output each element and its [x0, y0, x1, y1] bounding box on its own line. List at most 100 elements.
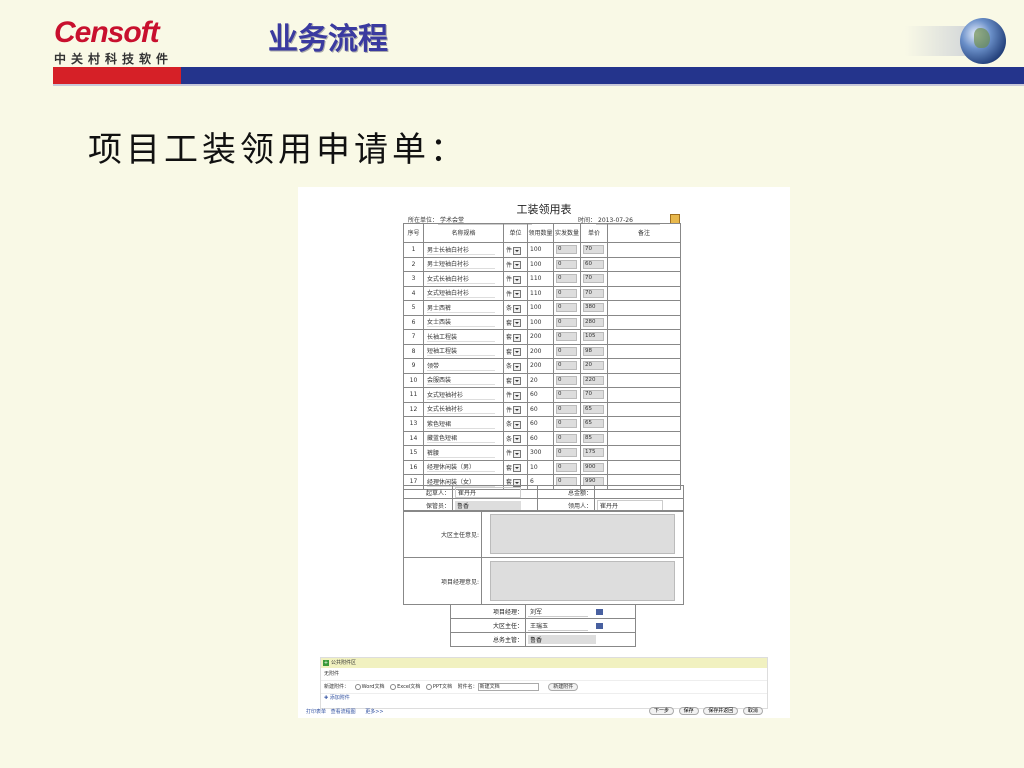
row-qty-input[interactable]: 200	[530, 362, 541, 369]
row-note-cell[interactable]	[607, 329, 681, 345]
director-opinion-label: 大区主任意见:	[403, 510, 482, 558]
row-name-cell: 男士西裤	[423, 300, 504, 316]
chevron-down-icon[interactable]	[513, 304, 522, 313]
row-name-input[interactable]: 女式短袖衬衫	[427, 390, 495, 400]
row-name-input[interactable]: 男士西裤	[427, 303, 495, 313]
row-name-input[interactable]: 短袖工程装	[427, 346, 495, 357]
row-name-input[interactable]: 藏蓝色短裙	[427, 433, 495, 444]
applicant-value[interactable]: 崔丹丹	[455, 486, 521, 498]
row-note-cell[interactable]	[607, 314, 681, 330]
row-name-cell: 女式长袖衬衫	[423, 401, 504, 417]
row-qty-input[interactable]: 200	[530, 333, 541, 340]
row-qty-cell: 200	[527, 358, 554, 374]
row-actual-cell: 0	[553, 314, 581, 330]
row-qty-input[interactable]: 100	[530, 246, 541, 253]
chevron-down-icon[interactable]	[513, 319, 522, 327]
row-name-input[interactable]: 男士短袖白衬衫	[427, 259, 495, 270]
pm-opinion-textarea[interactable]	[490, 561, 675, 601]
row-name-input[interactable]: 领带	[427, 361, 495, 371]
row-name-input[interactable]: 女式短袖白衬衫	[427, 288, 495, 299]
chevron-down-icon[interactable]	[513, 275, 522, 284]
chevron-down-icon[interactable]	[513, 420, 522, 429]
row-note-cell[interactable]	[607, 459, 681, 475]
row-name-input[interactable]: 女式长袖衬衫	[427, 404, 495, 415]
more-link[interactable]: 更多>>	[365, 709, 383, 715]
next-step-button[interactable]: 下一步	[649, 707, 675, 715]
row-qty-input[interactable]: 60	[530, 406, 538, 413]
row-note-cell[interactable]	[607, 285, 681, 301]
row-qty-input[interactable]: 60	[530, 391, 538, 398]
chevron-down-icon[interactable]	[513, 377, 522, 385]
chevron-down-icon[interactable]	[513, 464, 522, 472]
chevron-down-icon[interactable]	[513, 406, 522, 414]
chevron-down-icon[interactable]	[513, 333, 522, 342]
row-qty-input[interactable]: 100	[530, 261, 541, 268]
row-note-cell[interactable]	[607, 372, 681, 388]
row-unit-value: 条	[506, 435, 513, 443]
chevron-down-icon[interactable]	[513, 290, 522, 298]
plus-icon[interactable]: +	[323, 660, 329, 666]
save-and-return-button[interactable]: 保存并返回	[703, 707, 739, 715]
row-name-input[interactable]: 女式长袖白衬衫	[427, 274, 495, 284]
row-note-cell[interactable]	[607, 387, 681, 403]
user-picker-icon[interactable]	[596, 623, 603, 629]
row-qty-input[interactable]: 10	[530, 464, 538, 471]
row-name-input[interactable]: 男士长袖白衬衫	[427, 245, 495, 255]
create-attachment-button[interactable]: 新建附件	[548, 682, 579, 691]
new-attachment-label: 新建附件：	[324, 684, 350, 690]
row-note-cell[interactable]	[607, 430, 681, 446]
save-button[interactable]: 保存	[678, 707, 699, 715]
row-name-input[interactable]: 经理休闲装（男）	[427, 462, 495, 473]
user-picker-icon[interactable]	[596, 609, 603, 615]
row-name-input[interactable]: 会服西装	[427, 375, 495, 386]
row-note-cell[interactable]	[607, 445, 681, 461]
approver-pm-value[interactable]: 刘军	[528, 607, 588, 617]
row-name-input[interactable]: 女士西装	[427, 317, 495, 328]
row-price-cell: 105	[580, 329, 608, 345]
cancel-button[interactable]: 取消	[742, 707, 763, 715]
chevron-down-icon[interactable]	[513, 391, 522, 400]
row-qty-input[interactable]: 110	[530, 275, 541, 282]
row-note-cell[interactable]	[607, 256, 681, 272]
keeper-value[interactable]: 鲁香	[455, 500, 521, 510]
add-attachment-link[interactable]: ✚ 添加附件	[321, 694, 767, 703]
row-qty-input[interactable]: 110	[530, 290, 541, 297]
row-qty-input[interactable]: 100	[530, 319, 541, 326]
row-note-cell[interactable]	[607, 343, 681, 359]
excel-radio[interactable]	[390, 683, 397, 690]
approver-admin-value[interactable]: 鲁香	[528, 635, 596, 644]
approver-director-value[interactable]: 王瑞玉	[528, 621, 588, 631]
row-qty-input[interactable]: 200	[530, 348, 541, 355]
row-qty-input[interactable]: 60	[530, 420, 538, 427]
director-opinion-textarea[interactable]	[490, 514, 675, 554]
attachment-name-input[interactable]: 新建文档	[477, 682, 539, 691]
row-price-value: 60	[583, 259, 604, 269]
chevron-down-icon[interactable]	[513, 435, 522, 443]
censoft-logo: Censoft 中关村科技软件	[54, 18, 173, 67]
row-note-cell[interactable]	[607, 358, 681, 374]
row-note-cell[interactable]	[607, 271, 681, 287]
chevron-down-icon[interactable]	[513, 246, 522, 255]
row-name-input[interactable]: 紫色短裙	[427, 419, 495, 429]
row-name-input[interactable]: 长袖工程装	[427, 332, 495, 342]
row-qty-cell: 20	[527, 372, 554, 388]
row-note-cell[interactable]	[607, 300, 681, 316]
row-qty-input[interactable]: 300	[530, 449, 541, 456]
chevron-down-icon[interactable]	[513, 362, 522, 371]
row-note-cell[interactable]	[607, 416, 681, 432]
row-note-cell[interactable]	[607, 242, 681, 258]
row-qty-input[interactable]: 20	[530, 377, 538, 384]
chevron-down-icon[interactable]	[513, 261, 522, 269]
row-name-cell: 女式短袖白衬衫	[423, 285, 504, 301]
chevron-down-icon[interactable]	[513, 348, 522, 356]
ppt-radio[interactable]	[425, 683, 432, 690]
view-flow-link[interactable]: 查看流程图	[331, 709, 356, 715]
row-qty-input[interactable]: 60	[530, 435, 538, 442]
chevron-down-icon[interactable]	[513, 449, 522, 458]
row-name-input[interactable]: 裤腰	[427, 448, 495, 458]
row-qty-input[interactable]: 100	[530, 304, 541, 311]
receiver-value[interactable]: 崔丹丹	[597, 499, 663, 511]
print-form-link[interactable]: 打印表单	[306, 709, 326, 715]
row-note-cell[interactable]	[607, 401, 681, 417]
word-radio[interactable]	[354, 683, 361, 690]
